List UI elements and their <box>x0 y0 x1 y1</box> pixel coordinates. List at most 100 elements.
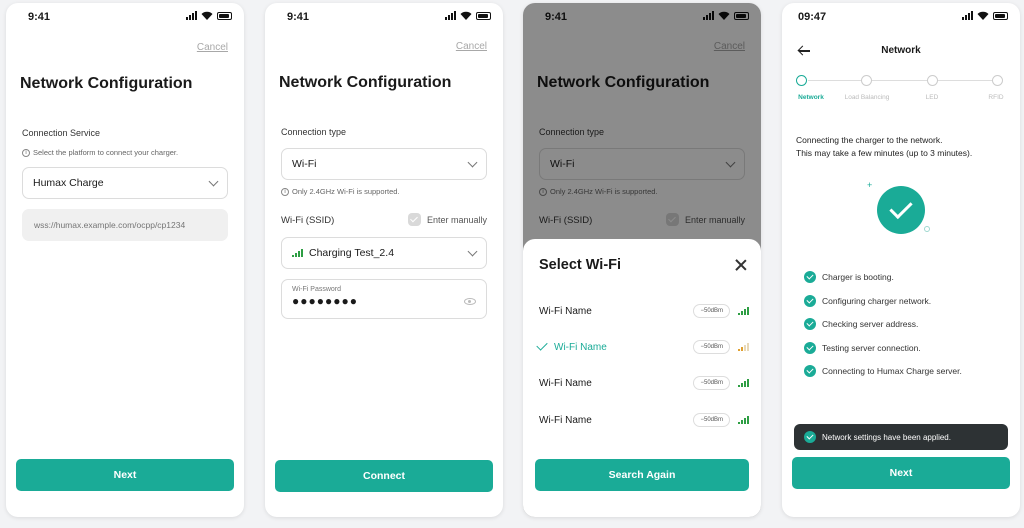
service-hint-text: Select the platform to connect your char… <box>33 148 179 157</box>
search-again-button[interactable]: Search Again <box>535 459 749 491</box>
ssid-label: Wi-Fi (SSID) <box>281 215 335 226</box>
sparkle-circle-icon <box>924 226 930 232</box>
enter-manually-checkbox[interactable] <box>407 213 421 226</box>
status-bar: 9:41 <box>6 3 244 29</box>
close-icon[interactable] <box>735 259 747 271</box>
wifi-hint-text: Only 2.4GHz Wi-Fi is supported. <box>292 187 400 196</box>
checkmark-icon <box>536 339 548 351</box>
battery-icon <box>476 11 491 20</box>
wifi-list-item[interactable]: Wi-Fi Name −50dBm <box>539 373 749 393</box>
battery-icon <box>993 11 1008 20</box>
check-circle-icon <box>804 318 816 330</box>
cancel-link[interactable]: Cancel <box>456 41 487 52</box>
select-wifi-sheet: Select Wi-Fi Wi-Fi Name −50dBm Wi-Fi Nam… <box>523 239 761 517</box>
chevron-down-icon <box>208 176 219 186</box>
toast-notification: Network settings have been applied. <box>794 424 1008 450</box>
wifi-name: Wi-Fi Name <box>554 341 607 353</box>
connection-service-select[interactable]: Humax Charge <box>22 167 228 199</box>
ssid-select[interactable]: Charging Test_2.4 <box>281 237 487 269</box>
server-url-input[interactable] <box>22 209 228 241</box>
cellular-signal-icon <box>445 11 456 20</box>
status-text: Charger is booting. <box>822 272 894 282</box>
signal-strength-badge: −50dBm <box>693 376 730 390</box>
check-circle-icon <box>804 365 816 377</box>
sheet-title: Select Wi-Fi <box>539 257 622 273</box>
wifi-signal-weak-icon <box>738 343 749 351</box>
signal-strength-badge: −50dBm <box>693 340 730 354</box>
status-time: 09:47 <box>798 11 827 23</box>
wifi-password-field[interactable]: Wi-Fi Password ●●●●●●●● <box>281 279 487 319</box>
wifi-name: Wi-Fi Name <box>539 414 592 426</box>
wifi-hint: i Only 2.4GHz Wi-Fi is supported. <box>281 187 400 196</box>
connection-service-value: Humax Charge <box>33 177 104 189</box>
status-time: 9:41 <box>28 11 51 23</box>
step-label-load-balancing: Load Balancing <box>844 94 890 101</box>
check-circle-icon <box>804 431 816 443</box>
step-dot-load-balancing <box>861 75 872 86</box>
page-title: Network Configuration <box>20 75 193 92</box>
toast-text: Network settings have been applied. <box>822 432 951 442</box>
check-circle-icon <box>804 295 816 307</box>
step-dot-rfid <box>992 75 1003 86</box>
wifi-icon <box>460 11 472 20</box>
battery-icon <box>217 11 232 20</box>
wifi-icon <box>201 11 213 20</box>
status-item: Configuring charger network. <box>804 295 931 307</box>
info-icon: i <box>281 187 289 196</box>
status-text: Connecting to Humax Charge server. <box>822 366 962 376</box>
success-check-icon <box>877 186 925 234</box>
status-text: Configuring charger network. <box>822 296 932 306</box>
wifi-signal-icon <box>292 249 303 257</box>
system-icons <box>445 11 491 20</box>
status-item: Testing server connection. <box>804 342 921 354</box>
service-hint: i Select the platform to connect your ch… <box>22 148 178 157</box>
step-dot-network <box>796 75 807 86</box>
screen-wifi-setup: 9:41 Cancel Network Configuration Connec… <box>265 3 503 517</box>
cellular-signal-icon <box>962 11 973 20</box>
wifi-list-item[interactable]: Wi-Fi Name −50dBm <box>539 410 749 430</box>
connection-type-label: Connection type <box>281 127 347 137</box>
chevron-down-icon <box>467 246 478 256</box>
progress-message: Connecting the charger to the network. T… <box>796 134 1008 160</box>
check-circle-icon <box>804 342 816 354</box>
enter-manually-toggle[interactable]: Enter manually <box>407 213 487 226</box>
wifi-signal-icon <box>738 416 749 424</box>
connect-button[interactable]: Connect <box>275 460 493 492</box>
info-icon: i <box>22 148 30 157</box>
cellular-signal-icon <box>186 11 197 20</box>
wifi-password-label: Wi-Fi Password <box>292 286 342 293</box>
screen-connection-service: 9:41 Cancel Network Configuration Connec… <box>6 3 244 517</box>
header-title: Network <box>881 45 921 56</box>
next-button[interactable]: Next <box>16 459 234 491</box>
sparkle-icon: + <box>867 180 873 190</box>
screen-select-wifi: 9:41 Cancel Network Configuration Connec… <box>523 3 761 517</box>
enter-manually-label: Enter manually <box>426 214 487 225</box>
step-label-rfid: RFID <box>988 94 1004 101</box>
wifi-list-item-selected[interactable]: Wi-Fi Name −50dBm <box>536 337 749 357</box>
wifi-password-value: ●●●●●●●● <box>292 294 358 308</box>
status-text: Checking server address. <box>822 319 919 329</box>
next-button[interactable]: Next <box>792 457 1010 489</box>
setup-stepper <box>796 75 1003 87</box>
step-dot-led <box>927 75 938 86</box>
wifi-list-item[interactable]: Wi-Fi Name −50dBm <box>539 301 749 321</box>
signal-strength-badge: −50dBm <box>693 413 730 427</box>
step-label-network: Network <box>798 94 824 101</box>
signal-strength-badge: −50dBm <box>693 304 730 318</box>
status-bar: 09:47 <box>782 3 1020 29</box>
wifi-icon <box>977 11 989 20</box>
status-text: Testing server connection. <box>822 343 921 353</box>
status-time: 9:41 <box>287 11 310 23</box>
system-icons <box>962 11 1008 20</box>
cancel-link[interactable]: Cancel <box>197 42 228 53</box>
eye-icon[interactable] <box>464 298 476 305</box>
connection-type-select[interactable]: Wi-Fi <box>281 148 487 180</box>
progress-message-line2: This may take a few minutes (up to 3 min… <box>796 148 973 158</box>
wifi-signal-icon <box>738 379 749 387</box>
progress-message-line1: Connecting the charger to the network. <box>796 135 943 145</box>
ssid-value: Charging Test_2.4 <box>309 247 395 259</box>
screen-network-progress: 09:47 Network Network Load Balancing LED… <box>782 3 1020 517</box>
step-label-led: LED <box>925 94 939 101</box>
wifi-name: Wi-Fi Name <box>539 377 592 389</box>
status-item: Connecting to Humax Charge server. <box>804 365 962 377</box>
